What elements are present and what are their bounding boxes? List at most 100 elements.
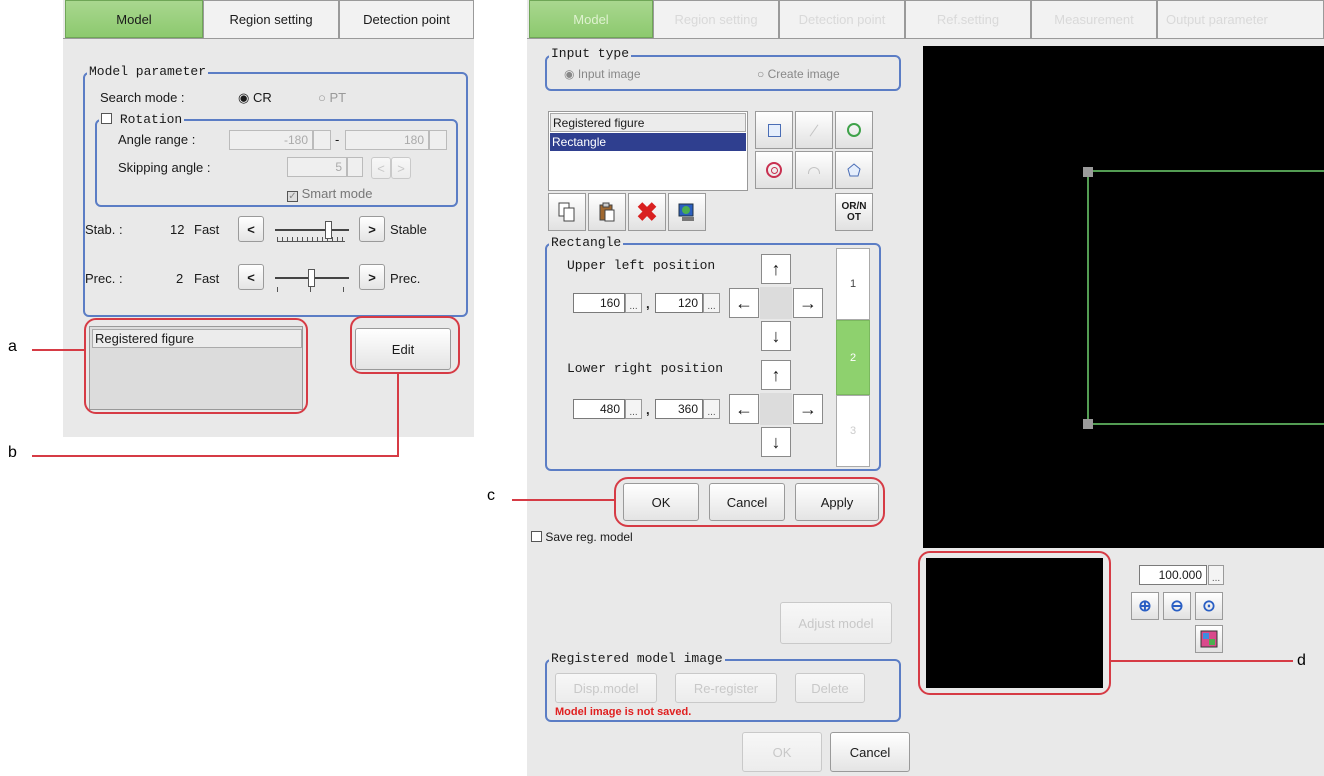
stab-decrease-button[interactable]: < [238, 216, 264, 242]
lower-right-x-field[interactable]: 480 [573, 399, 625, 419]
disp-model-button[interactable]: Disp.model [555, 673, 657, 703]
angle-from-field[interactable]: -180 [229, 130, 313, 150]
delete-button[interactable]: ✖ [628, 193, 666, 231]
stab-slider[interactable] [275, 219, 349, 245]
circle-shape-icon [847, 123, 861, 137]
search-mode-pt-label: PT [329, 90, 347, 105]
zoom-dots[interactable]: ... [1208, 565, 1224, 585]
prec-slider[interactable] [275, 267, 349, 295]
skipping-angle-dec-button[interactable]: < [371, 157, 391, 179]
image-toggle-button[interactable] [1195, 625, 1223, 653]
copy-button[interactable] [548, 193, 586, 231]
callout-b-label: b [8, 444, 17, 461]
tab-model[interactable]: Model [65, 0, 203, 38]
image-edit-button[interactable] [668, 193, 706, 231]
region-rectangle-overlay [1083, 167, 1324, 429]
smart-mode-label: Smart mode [301, 186, 373, 201]
create-image-radio[interactable]: ○ Create image [757, 67, 840, 81]
side-tab-3[interactable]: 3 [836, 395, 870, 467]
zoom-fit-button[interactable]: ⊙ [1195, 592, 1223, 620]
lower-right-up-button[interactable]: ↑ [761, 360, 791, 390]
upper-left-x-field[interactable]: 160 [573, 293, 625, 313]
bottom-ok-button[interactable]: OK [742, 732, 822, 772]
ring-shape-button[interactable] [755, 151, 793, 189]
save-reg-model-row[interactable]: Save reg. model [531, 530, 633, 544]
upper-left-up-button[interactable]: ↑ [761, 254, 791, 284]
region-handle-bottom-left[interactable] [1083, 419, 1093, 429]
tab-measurement[interactable]: Measurement [1031, 0, 1157, 38]
skipping-angle-dots[interactable] [347, 157, 363, 177]
lower-right-down-button[interactable]: ↓ [761, 427, 791, 457]
line-shape-button[interactable] [795, 111, 833, 149]
zoom-field[interactable]: 100.000 [1139, 565, 1207, 585]
lower-right-y-dots[interactable]: ... [703, 399, 720, 419]
upper-left-left-button[interactable]: ← [729, 288, 759, 318]
stab-value: 12 [170, 222, 185, 237]
upper-left-x-dots[interactable]: ... [625, 293, 642, 313]
rectangle-shape-button[interactable] [755, 111, 793, 149]
lower-right-y-field[interactable]: 360 [655, 399, 703, 419]
save-reg-model-checkbox[interactable] [531, 531, 542, 542]
side-tab-2[interactable]: 2 [836, 320, 870, 395]
upper-left-arrow-pad [760, 287, 792, 319]
upper-left-down-button[interactable]: ↓ [761, 321, 791, 351]
paste-button[interactable] [588, 193, 626, 231]
search-mode-cr-radio[interactable]: ◉ CR [238, 90, 272, 106]
registered-figure-list[interactable]: Registered figure Rectangle [548, 111, 748, 191]
bottom-cancel-button[interactable]: Cancel [830, 732, 910, 772]
angle-to-dots[interactable] [429, 130, 447, 150]
or-not-button[interactable]: OR/NOT [835, 193, 873, 231]
stab-slider-thumb[interactable] [325, 221, 332, 239]
image-display[interactable] [923, 46, 1324, 548]
delete-model-button[interactable]: Delete [795, 673, 865, 703]
tab-region-setting[interactable]: Region setting [653, 0, 779, 38]
adjust-model-button[interactable]: Adjust model [780, 602, 892, 644]
prec-increase-button[interactable]: > [359, 264, 385, 290]
re-register-button[interactable]: Re-register [675, 673, 777, 703]
delete-icon: ✖ [636, 197, 658, 227]
zoom-in-button[interactable]: ⊕ [1131, 592, 1159, 620]
smart-mode-checkbox[interactable]: ✓ [287, 191, 298, 202]
tab-region-setting[interactable]: Region setting [203, 0, 339, 38]
ring-shape-icon [766, 162, 782, 178]
stab-right-label: Stable [390, 222, 427, 237]
circle-shape-button[interactable] [835, 111, 873, 149]
prec-decrease-button[interactable]: < [238, 264, 264, 290]
tab-baseline [63, 38, 474, 50]
registered-figure-item[interactable]: Rectangle [550, 133, 746, 151]
input-image-radio[interactable]: ◉ Input image [564, 67, 641, 81]
side-tab-1[interactable]: 1 [836, 248, 870, 320]
region-handle-top-left[interactable] [1083, 167, 1093, 177]
tab-detection-point[interactable]: Detection point [779, 0, 905, 38]
tab-output-parameter[interactable]: Output parameter [1157, 0, 1324, 38]
upper-left-right-button[interactable]: → [793, 288, 823, 318]
zoom-in-icon: ⊕ [1138, 598, 1152, 615]
skipping-angle-field[interactable]: 5 [287, 157, 347, 177]
callout-a-box [84, 318, 308, 414]
zoom-out-button[interactable]: ⊖ [1163, 592, 1191, 620]
skipping-angle-label: Skipping angle : [118, 160, 211, 175]
lower-right-x-dots[interactable]: ... [625, 399, 642, 419]
rotation-checkbox[interactable] [101, 113, 112, 124]
angle-from-dots[interactable] [313, 130, 331, 150]
region-rectangle[interactable] [1087, 170, 1324, 425]
prec-value: 2 [176, 271, 184, 286]
upper-left-y-field[interactable]: 120 [655, 293, 703, 313]
tab-ref-setting[interactable]: Ref.setting [905, 0, 1031, 38]
lower-right-right-button[interactable]: → [793, 394, 823, 424]
callout-a-line [32, 349, 85, 351]
callout-a-label: a [8, 338, 17, 355]
angle-to-field[interactable]: 180 [345, 130, 429, 150]
lower-right-left-button[interactable]: ← [729, 394, 759, 424]
tab-detection-point[interactable]: Detection point [339, 0, 474, 38]
stab-increase-button[interactable]: > [359, 216, 385, 242]
search-mode-pt-radio[interactable]: ○ PT [318, 90, 346, 105]
image-edit-icon [678, 203, 694, 221]
skipping-angle-inc-button[interactable]: > [391, 157, 411, 179]
polygon-shape-button[interactable] [835, 151, 873, 189]
tab-model[interactable]: Model [529, 0, 653, 38]
arc-shape-button[interactable] [795, 151, 833, 189]
upper-left-y-dots[interactable]: ... [703, 293, 720, 313]
smart-mode-row[interactable]: ✓ Smart mode [287, 186, 373, 202]
prec-slider-thumb[interactable] [308, 269, 315, 287]
